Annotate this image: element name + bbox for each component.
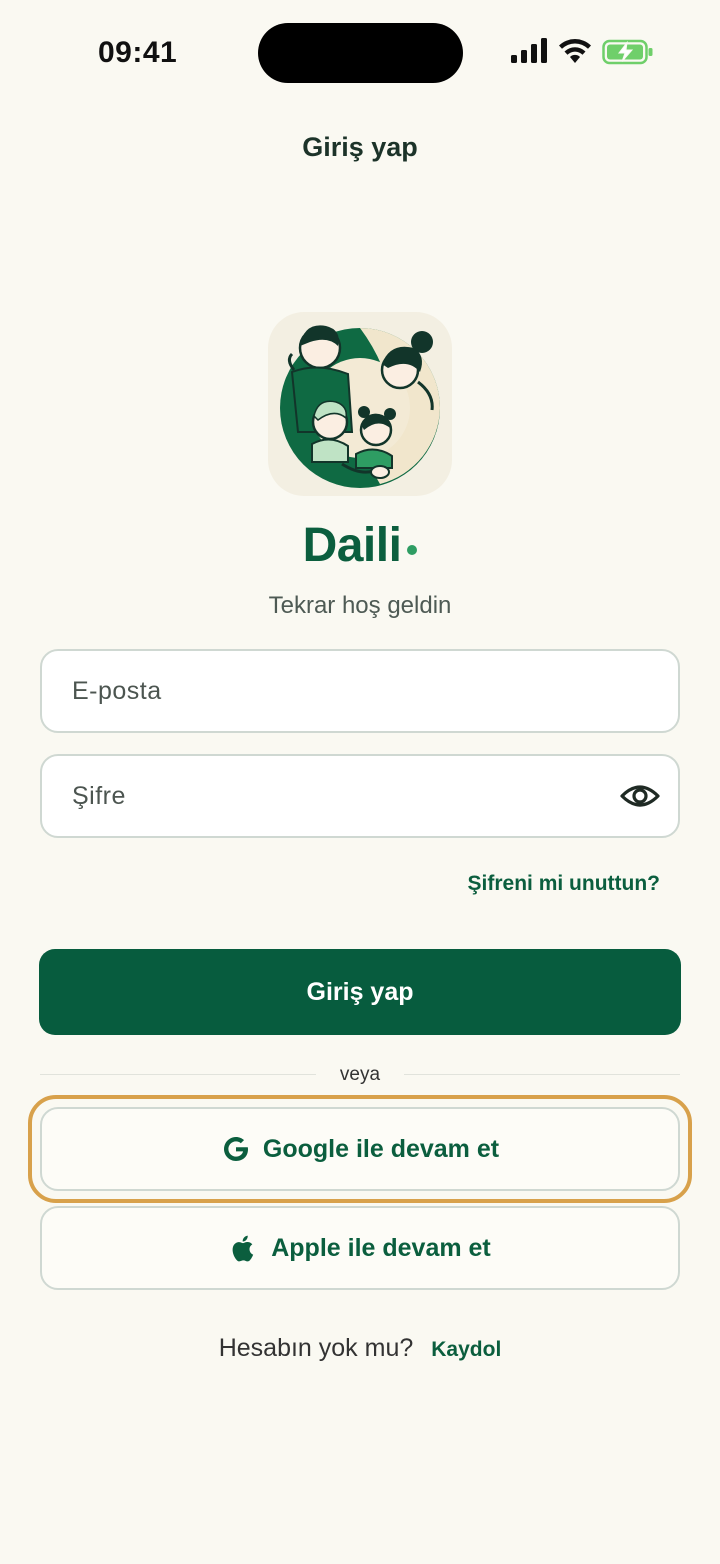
signal-icon xyxy=(510,38,548,64)
apple-signin-button[interactable]: Apple ile devam et xyxy=(40,1206,680,1290)
email-input[interactable] xyxy=(72,651,612,731)
battery-charging-icon xyxy=(602,38,654,66)
google-icon xyxy=(221,1134,251,1164)
apple-icon xyxy=(229,1233,259,1263)
password-input[interactable] xyxy=(72,756,612,836)
apple-button-label: Apple ile devam et xyxy=(271,1233,491,1262)
family-illustration-logo xyxy=(268,312,452,496)
signup-link[interactable]: Kaydol xyxy=(431,1338,501,1361)
welcome-subtitle: Tekrar hoş geldin xyxy=(268,592,452,619)
signup-row: Hesabın yok mu? Kaydol xyxy=(0,1334,720,1363)
password-field[interactable] xyxy=(40,754,680,838)
page-title: Giriş yap xyxy=(302,132,418,162)
google-button-label: Google ile devam et xyxy=(262,1134,500,1163)
email-field[interactable] xyxy=(40,649,680,733)
divider-label: veya xyxy=(339,1064,381,1085)
login-button[interactable]: Giriş yap xyxy=(39,949,681,1035)
show-password-eye-icon[interactable] xyxy=(620,778,660,814)
wifi-icon xyxy=(558,38,592,64)
divider-line-right xyxy=(404,1074,680,1075)
status-time: 09:41 xyxy=(98,36,178,69)
signup-prompt: Hesabın yok mu? xyxy=(218,1334,414,1362)
google-signin-button[interactable]: Google ile devam et xyxy=(40,1107,680,1191)
dynamic-island xyxy=(258,23,463,83)
forgot-password-link[interactable]: Şifreni mi unuttun? xyxy=(468,872,660,896)
status-bar: 09:41 xyxy=(0,0,720,100)
brand-name: Daili xyxy=(0,518,720,573)
brand-dot xyxy=(407,545,418,555)
